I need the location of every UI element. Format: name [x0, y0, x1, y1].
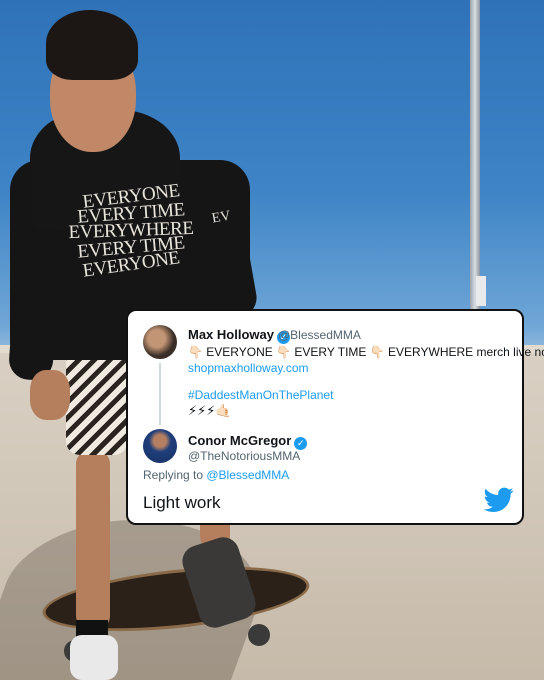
skateboard-wheel — [248, 624, 270, 646]
tweet-card: Max Holloway ✓ @BlessedMMA 👇🏻 EVERYONE 👇🏻… — [126, 309, 544, 525]
emoji-line: ⚡⚡⚡🤙🏻 — [188, 403, 232, 418]
point-down-emoji: 👇🏻 — [188, 345, 203, 359]
light-pole-box — [476, 276, 486, 306]
author-handle[interactable]: @BlessedMMA — [278, 328, 361, 342]
max-holloway-avatar[interactable] — [143, 325, 177, 359]
reply-author-handle[interactable]: @TheNotoriousMMA — [188, 449, 300, 463]
merch-link[interactable]: shopmaxholloway.com — [188, 361, 309, 375]
light-pole — [470, 0, 480, 310]
hashtag-link[interactable]: #DaddestManOnThePlanet — [188, 388, 333, 402]
sleeve-print: EV — [210, 208, 232, 227]
tweet-text-word: EVERY TIME — [291, 345, 370, 359]
conor-mcgregor-avatar[interactable] — [143, 429, 177, 463]
author-name[interactable]: Max Holloway ✓ — [188, 327, 290, 344]
replying-to-label: Replying to — [143, 468, 207, 482]
reply-text: Light work — [143, 493, 221, 512]
reply-author-name[interactable]: Conor McGregor ✓ — [188, 433, 308, 450]
shirt-print: EVERYONE EVERY TIME EVERYWHERE EVERY TIM… — [66, 180, 196, 282]
replying-to: Replying to @BlessedMMA — [143, 468, 289, 482]
left-leg — [76, 450, 110, 630]
author-name-text: Max Holloway — [188, 327, 274, 342]
tweet-text: 👇🏻 EVERYONE 👇🏻 EVERY TIME 👇🏻 EVERYWHERE … — [188, 345, 544, 359]
reply-author-name-text: Conor McGregor — [188, 433, 292, 448]
tweet-text-word: EVERYWHERE merch live now! — [384, 345, 544, 359]
left-hand — [30, 370, 70, 420]
thread-line — [159, 363, 161, 425]
twitter-bird-icon[interactable] — [484, 487, 514, 513]
point-down-emoji: 👇🏻 — [276, 345, 292, 359]
left-sneaker — [70, 635, 118, 680]
hair — [46, 10, 138, 80]
replying-to-handle[interactable]: @BlessedMMA — [206, 468, 289, 482]
tweet-text-word: EVERYONE — [202, 345, 277, 359]
point-down-emoji: 👇🏻 — [369, 345, 385, 359]
zebra-shorts — [66, 345, 128, 455]
